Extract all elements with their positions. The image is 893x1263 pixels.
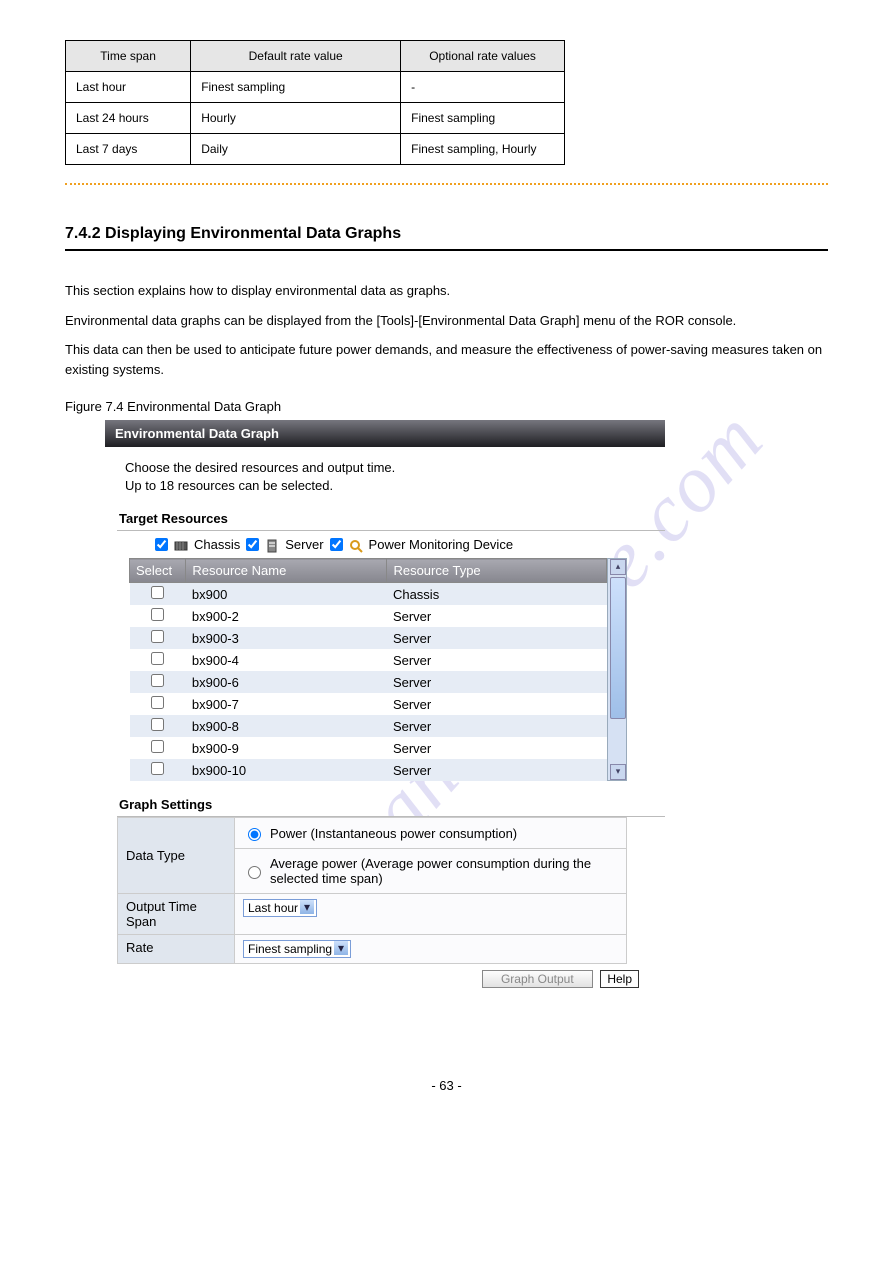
table-cell: Finest sampling: [401, 103, 565, 134]
resource-type: Server: [387, 759, 607, 781]
resource-name: bx900-8: [186, 715, 387, 737]
resource-type: Server: [387, 737, 607, 759]
page-number: - 63 -: [65, 1078, 828, 1093]
col-optional-rate: Optional rate values: [401, 41, 565, 72]
data-type-label: Data Type: [118, 818, 235, 894]
filter-server-checkbox[interactable]: [246, 538, 259, 551]
resource-name: bx900: [186, 583, 387, 606]
body-paragraph: Environmental data graphs can be display…: [65, 311, 828, 331]
col-select: Select: [130, 559, 186, 583]
resource-type: Server: [387, 715, 607, 737]
table-cell: Last 24 hours: [66, 103, 191, 134]
graph-output-button[interactable]: Graph Output: [482, 970, 593, 988]
resource-name: bx900-6: [186, 671, 387, 693]
help-button[interactable]: Help: [600, 970, 639, 988]
resource-type: Server: [387, 605, 607, 627]
resource-name: bx900-9: [186, 737, 387, 759]
row-select-checkbox[interactable]: [151, 696, 164, 709]
row-select-checkbox[interactable]: [151, 674, 164, 687]
scroll-thumb[interactable]: [610, 577, 626, 719]
row-select-checkbox[interactable]: [151, 762, 164, 775]
row-select-checkbox[interactable]: [151, 630, 164, 643]
filter-chassis-checkbox[interactable]: [155, 538, 168, 551]
filter-server-label: Server: [285, 537, 323, 552]
resource-name: bx900-10: [186, 759, 387, 781]
radio-average-power[interactable]: [248, 866, 261, 879]
rate-options-table: Time span Default rate value Optional ra…: [65, 40, 565, 165]
table-cell: Hourly: [191, 103, 401, 134]
server-icon: [265, 538, 279, 552]
rate-select[interactable]: Finest sampling: [243, 940, 351, 958]
filter-pmd-label: Power Monitoring Device: [369, 537, 514, 552]
scroll-up-icon[interactable]: ▴: [610, 559, 626, 575]
rate-label: Rate: [118, 935, 235, 964]
scroll-down-icon[interactable]: ▾: [610, 764, 626, 780]
resource-name: bx900-3: [186, 627, 387, 649]
resource-type: Server: [387, 693, 607, 715]
filter-pmd-checkbox[interactable]: [330, 538, 343, 551]
resource-name: bx900-2: [186, 605, 387, 627]
col-resource-name: Resource Name: [186, 559, 387, 583]
table-cell: Finest sampling, Hourly: [401, 134, 565, 165]
output-time-span-select[interactable]: Last hour: [243, 899, 317, 917]
radio-power[interactable]: [248, 828, 261, 841]
panel-header: Environmental Data Graph: [105, 420, 665, 447]
row-select-checkbox[interactable]: [151, 740, 164, 753]
col-default-rate: Default rate value: [191, 41, 401, 72]
row-select-checkbox[interactable]: [151, 718, 164, 731]
instruction-line: Choose the desired resources and output …: [125, 460, 395, 475]
table-cell: Last hour: [66, 72, 191, 103]
graph-settings-table: Data Type Power (Instantaneous power con…: [117, 817, 627, 964]
resource-type: Chassis: [387, 583, 607, 606]
body-paragraph: This section explains how to display env…: [65, 281, 828, 301]
panel-instructions: Choose the desired resources and output …: [105, 447, 665, 495]
chassis-icon: [174, 538, 188, 552]
row-select-checkbox[interactable]: [151, 586, 164, 599]
graph-settings-heading: Graph Settings: [117, 781, 665, 817]
section-rule: [65, 249, 828, 251]
magnifier-icon: [349, 538, 363, 552]
table-cell: -: [401, 72, 565, 103]
figure-caption: Figure 7.4 Environmental Data Graph: [65, 399, 828, 414]
col-resource-type: Resource Type: [387, 559, 607, 583]
resource-name: bx900-7: [186, 693, 387, 715]
dotted-divider: [65, 183, 828, 185]
resource-type: Server: [387, 671, 607, 693]
row-select-checkbox[interactable]: [151, 652, 164, 665]
target-resources-heading: Target Resources: [117, 495, 665, 531]
scrollbar[interactable]: ▴ ▾: [607, 558, 627, 781]
body-paragraph: This data can then be used to anticipate…: [65, 340, 828, 379]
radio-power-label: Power (Instantaneous power consumption): [270, 826, 517, 841]
resources-table: Select Resource Name Resource Type bx900…: [129, 558, 607, 781]
section-title: 7.4.2 Displaying Environmental Data Grap…: [65, 225, 828, 243]
table-cell: Last 7 days: [66, 134, 191, 165]
instruction-line: Up to 18 resources can be selected.: [125, 478, 333, 493]
col-timespan: Time span: [66, 41, 191, 72]
resource-type: Server: [387, 649, 607, 671]
table-cell: Finest sampling: [191, 72, 401, 103]
resource-name: bx900-4: [186, 649, 387, 671]
resource-type-filters: Chassis Server Power Monitoring Device: [105, 531, 665, 558]
resource-type: Server: [387, 627, 607, 649]
table-cell: Daily: [191, 134, 401, 165]
radio-average-power-label: Average power (Average power consumption…: [270, 856, 618, 886]
output-time-span-label: Output Time Span: [118, 894, 235, 935]
filter-chassis-label: Chassis: [194, 537, 240, 552]
row-select-checkbox[interactable]: [151, 608, 164, 621]
environmental-data-panel: Environmental Data Graph Choose the desi…: [105, 420, 665, 988]
